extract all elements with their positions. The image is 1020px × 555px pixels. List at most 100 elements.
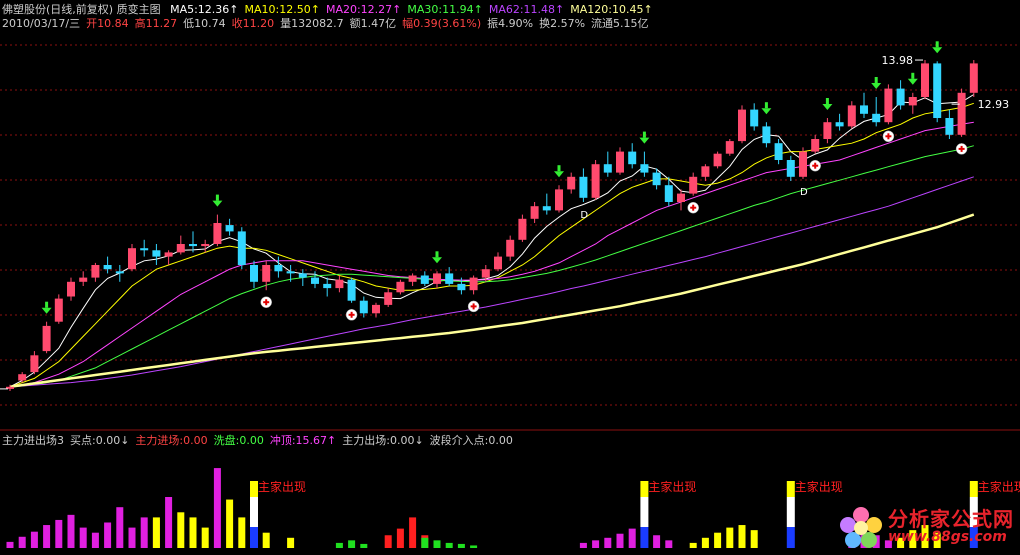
candle-body bbox=[408, 275, 417, 282]
indicator-bar-magenta bbox=[128, 527, 136, 548]
indicator-bar-red bbox=[396, 528, 404, 548]
indicator-bar-magenta bbox=[579, 542, 587, 548]
exit-signal-white bbox=[786, 497, 795, 527]
candle-body bbox=[823, 122, 832, 139]
candle-body bbox=[542, 206, 551, 211]
indicator-bar-magenta bbox=[91, 532, 99, 548]
indicator-bar-red bbox=[384, 535, 392, 548]
indicator-bar-yellow bbox=[689, 542, 697, 548]
candle-body bbox=[384, 292, 393, 305]
indicator-bar-yellow bbox=[750, 530, 758, 548]
indicator-bar-magenta bbox=[79, 527, 87, 548]
candle-body bbox=[652, 172, 661, 186]
candle-body bbox=[579, 176, 588, 198]
candle-body bbox=[969, 63, 978, 93]
candle-body bbox=[213, 223, 222, 244]
candle-body bbox=[530, 206, 539, 219]
candle-body bbox=[372, 304, 380, 314]
indicator-bar-magenta bbox=[67, 514, 75, 548]
indicator-bar-green bbox=[445, 542, 453, 548]
sell-arrow-head bbox=[822, 104, 833, 110]
quote-header: 2010/03/17/三 开10.84 高11.27 低10.74 收11.20 量132… bbox=[2, 15, 655, 31]
stock-chart[interactable]: DD 13.9812.936.15 主家出现主家出现主家出现主家出现 bbox=[0, 0, 1020, 555]
candle-body bbox=[664, 185, 673, 202]
candle-body bbox=[494, 256, 502, 270]
exit-signal-yellow bbox=[640, 481, 649, 497]
candle-body bbox=[457, 283, 466, 291]
ma-line-ma10 bbox=[9, 102, 974, 388]
candle-body bbox=[262, 265, 271, 282]
quote-field-4: 收11.20 bbox=[231, 17, 275, 30]
candle-body bbox=[176, 244, 185, 253]
indicator-bar-yellow bbox=[226, 499, 234, 548]
price-label: 13.98 bbox=[882, 54, 914, 67]
candle-body bbox=[128, 248, 136, 270]
candle-body bbox=[335, 279, 344, 289]
sell-arrow-icon bbox=[764, 102, 768, 109]
exit-signal-label: 主家出现 bbox=[648, 479, 696, 494]
watermark-title: 分析家公式网 bbox=[888, 507, 1014, 531]
indicator-bar-yellow bbox=[726, 527, 734, 548]
candle-body bbox=[689, 176, 698, 194]
indicator-bar-yellow bbox=[287, 537, 295, 548]
sell-arrow-icon bbox=[557, 165, 561, 172]
candle-body bbox=[872, 113, 881, 123]
candle-body bbox=[628, 151, 637, 165]
quote-field-2: 高11.27 bbox=[134, 17, 178, 30]
indicator-bar-magenta bbox=[6, 541, 14, 548]
candle-body bbox=[677, 193, 685, 202]
quote-field-10: 流通5.15亿 bbox=[591, 17, 649, 30]
exit-signal-label: 主家出现 bbox=[795, 479, 843, 494]
candle-body bbox=[799, 151, 807, 177]
indicator-bar-green bbox=[348, 540, 356, 548]
candle-body bbox=[18, 374, 27, 381]
indicator-bar-yellow bbox=[189, 517, 197, 548]
indicator-bar-yellow bbox=[177, 512, 185, 548]
sell-arrow-head bbox=[907, 78, 918, 85]
candle-body bbox=[201, 244, 210, 247]
sell-arrow-head bbox=[639, 137, 650, 144]
candle-body bbox=[237, 231, 246, 265]
candle-body bbox=[860, 105, 868, 114]
candle-body bbox=[750, 109, 759, 127]
sell-arrow-head bbox=[932, 47, 943, 54]
candle-body bbox=[140, 248, 149, 251]
sell-arrow-head bbox=[432, 257, 442, 264]
candle-body bbox=[274, 265, 283, 272]
indicator-bar-green bbox=[433, 540, 441, 548]
candle-body bbox=[603, 164, 612, 173]
exit-signal-blue bbox=[786, 527, 795, 548]
indicator-bar-magenta bbox=[616, 533, 624, 548]
indicator-field-6: 波段介入点:0.00 bbox=[429, 434, 513, 447]
candle-body bbox=[42, 325, 51, 352]
candle-body bbox=[445, 273, 454, 284]
candle-body bbox=[91, 265, 100, 278]
quote-field-7: 幅0.39(3.61%) bbox=[402, 17, 482, 30]
candle-body bbox=[54, 298, 63, 322]
candle-body bbox=[786, 160, 795, 177]
candle-body bbox=[725, 141, 734, 154]
candle-body bbox=[79, 277, 88, 282]
sell-arrow-icon bbox=[642, 131, 646, 138]
candle-body bbox=[896, 88, 905, 106]
candle-body bbox=[298, 273, 307, 278]
indicator-bar-magenta bbox=[104, 522, 112, 548]
indicator-field-4: 冲顶:15.67↑ bbox=[269, 434, 337, 447]
quote-field-3: 低10.74 bbox=[183, 17, 226, 30]
indicator-field-2: 主力进场:0.00 bbox=[135, 434, 208, 447]
sell-arrow-icon bbox=[911, 72, 915, 79]
indicator-bar-magenta bbox=[592, 540, 600, 548]
candle-body bbox=[311, 277, 319, 284]
indicator-bar-yellow bbox=[714, 532, 722, 548]
indicator-bar-magenta bbox=[55, 519, 63, 548]
candle-body bbox=[738, 109, 746, 142]
candle-body bbox=[481, 269, 490, 278]
exit-signal-label: 主家出现 bbox=[978, 479, 1020, 494]
sell-arrow-head bbox=[41, 307, 52, 314]
indicator-bar-yellow bbox=[738, 525, 746, 548]
exit-signal-label: 主家出现 bbox=[258, 479, 306, 494]
exit-signal-blue bbox=[640, 527, 649, 548]
sell-arrow-icon bbox=[435, 251, 439, 258]
exit-signal-white bbox=[640, 497, 649, 527]
signal-markers: DD bbox=[41, 41, 968, 321]
